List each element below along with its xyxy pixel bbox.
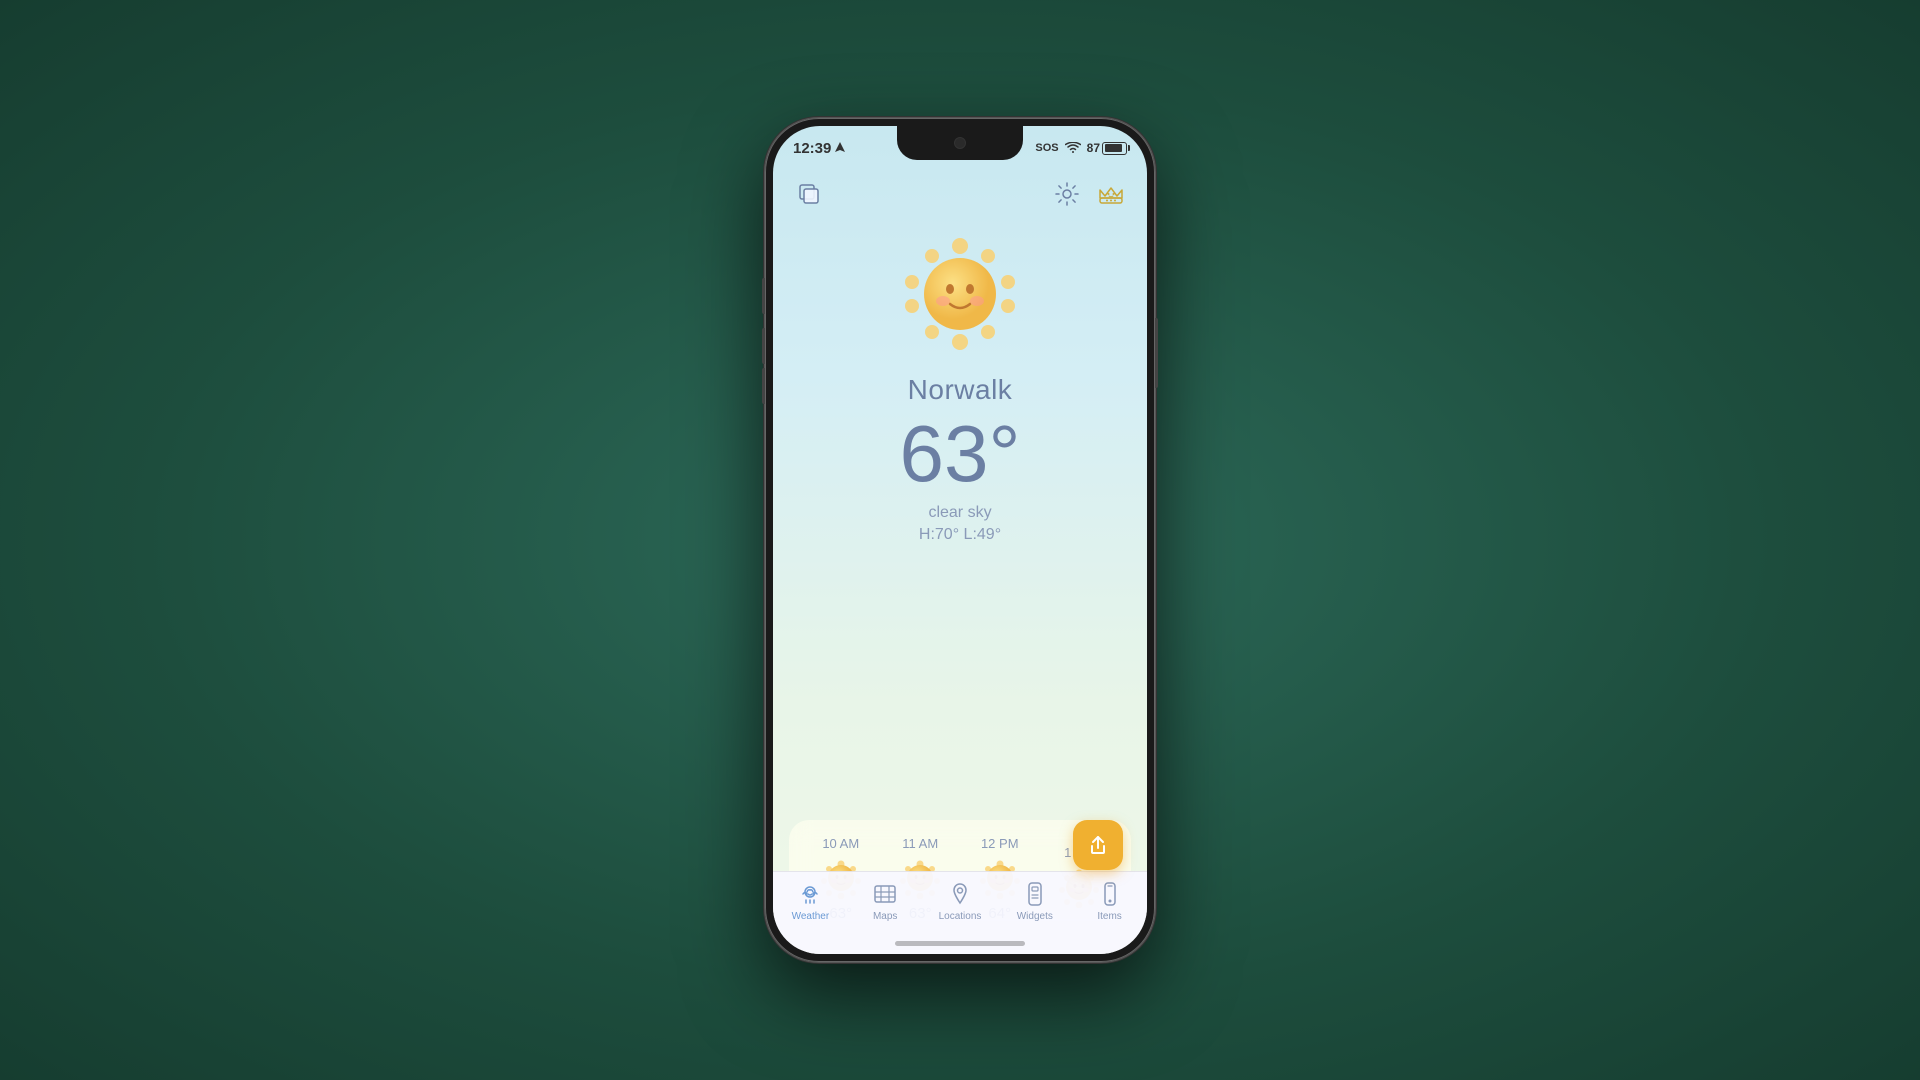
- battery-fill: [1105, 144, 1122, 152]
- notch: [897, 126, 1023, 160]
- city-name: Norwalk: [908, 374, 1013, 406]
- phone-screen: 12:39 SOS: [773, 126, 1147, 954]
- weather-icon: [797, 881, 823, 907]
- locations-tab-icon: [946, 880, 974, 908]
- maps-tab-label: Maps: [873, 911, 897, 922]
- tab-locations[interactable]: Locations: [930, 880, 990, 922]
- battery-indicator: 87: [1087, 141, 1127, 155]
- share-icon: [1087, 834, 1109, 856]
- battery-box: [1102, 142, 1127, 155]
- tab-items[interactable]: Items: [1080, 880, 1140, 922]
- toolbar: [773, 170, 1147, 214]
- widgets-tab-label: Widgets: [1017, 911, 1053, 922]
- weather-tab-label: Weather: [792, 911, 830, 922]
- tab-maps[interactable]: Maps: [855, 880, 915, 922]
- temp-range: H:70° L:49°: [919, 526, 1001, 544]
- maps-tab-icon: [871, 880, 899, 908]
- tab-weather[interactable]: Weather: [780, 880, 840, 922]
- home-indicator: [895, 941, 1025, 946]
- status-time: 12:39: [793, 140, 845, 157]
- weather-tab-icon: [796, 880, 824, 908]
- notch-camera: [954, 137, 966, 149]
- sun-character-svg: [900, 234, 1020, 354]
- toolbar-right: [1051, 178, 1127, 210]
- weather-main: Norwalk 63° clear sky H:70° L:49°: [773, 214, 1147, 820]
- time-display: 12:39: [793, 140, 831, 157]
- layers-icon: [796, 181, 822, 207]
- widgets-icon: [1022, 881, 1048, 907]
- layers-button[interactable]: [793, 178, 825, 210]
- toolbar-left: [793, 178, 825, 210]
- hourly-time-11am: 11 AM: [902, 836, 938, 851]
- location-arrow-icon: [835, 142, 845, 154]
- phone-frame: 12:39 SOS: [765, 118, 1155, 962]
- battery-percent: 87: [1087, 141, 1100, 155]
- tab-widgets[interactable]: Widgets: [1005, 880, 1065, 922]
- settings-button[interactable]: [1051, 178, 1083, 210]
- phone-wrapper: 12:39 SOS: [765, 118, 1155, 962]
- status-icons: SOS 87: [1035, 141, 1127, 155]
- maps-icon: [872, 881, 898, 907]
- items-icon: [1097, 881, 1123, 907]
- hourly-time-12pm: 12 PM: [981, 836, 1019, 851]
- items-tab-icon: [1096, 880, 1124, 908]
- hourly-time-10am: 10 AM: [822, 836, 859, 851]
- widgets-tab-icon: [1021, 880, 1049, 908]
- sos-indicator: SOS: [1035, 142, 1058, 154]
- share-button[interactable]: [1073, 820, 1123, 870]
- gear-icon: [1054, 181, 1080, 207]
- items-tab-label: Items: [1097, 911, 1121, 922]
- weather-condition: clear sky: [928, 504, 991, 522]
- locations-icon: [947, 881, 973, 907]
- locations-tab-label: Locations: [939, 911, 982, 922]
- crown-button[interactable]: [1095, 178, 1127, 210]
- crown-icon: [1095, 180, 1127, 208]
- wifi-icon: [1065, 142, 1081, 154]
- temperature-display: 63°: [900, 414, 1021, 494]
- sun-character: [900, 234, 1020, 354]
